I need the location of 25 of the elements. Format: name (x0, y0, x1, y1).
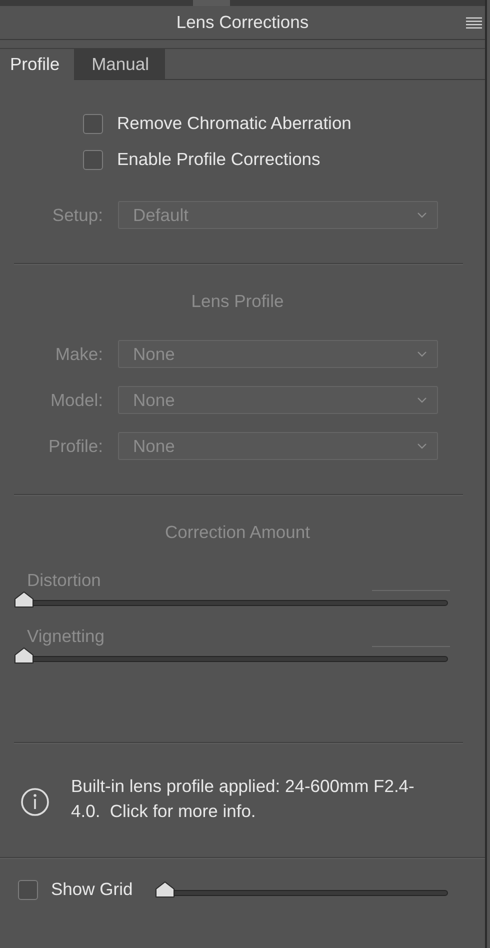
chevron-icon (417, 397, 427, 403)
slider[interactable] (156, 880, 448, 898)
field-label: Setup: (51, 204, 103, 226)
slider-label: Distortion (27, 570, 101, 591)
checkbox[interactable] (83, 150, 103, 170)
field-label: Profile: (48, 436, 103, 456)
chevron-icon (417, 443, 427, 449)
panel-title: Lens Corrections (176, 12, 309, 33)
tab[interactable]: Manual (74, 49, 166, 80)
chevron-icon (417, 351, 427, 357)
chevron-icon (417, 212, 427, 218)
checkbox[interactable] (18, 880, 38, 900)
section-heading: Lens Profile (190, 291, 285, 312)
section-heading: Correction Amount (164, 522, 311, 543)
slider-label: Vignetting (27, 626, 105, 647)
info-icon (20, 787, 50, 817)
checkbox-label: Remove Chromatic Aberration (117, 113, 352, 134)
field-label: Model: (49, 390, 103, 410)
field-label: Make: (54, 344, 103, 364)
info-message[interactable]: Built-in lens profile applied: 24-600mm F2.4-4.0. Click for more info. (71, 774, 433, 824)
menu-icon[interactable] (466, 17, 482, 29)
checkbox-label: Show Grid (51, 879, 133, 900)
checkbox[interactable] (83, 114, 103, 134)
slider-thumb[interactable] (154, 880, 175, 898)
checkbox-label: Enable Profile Corrections (117, 149, 320, 170)
